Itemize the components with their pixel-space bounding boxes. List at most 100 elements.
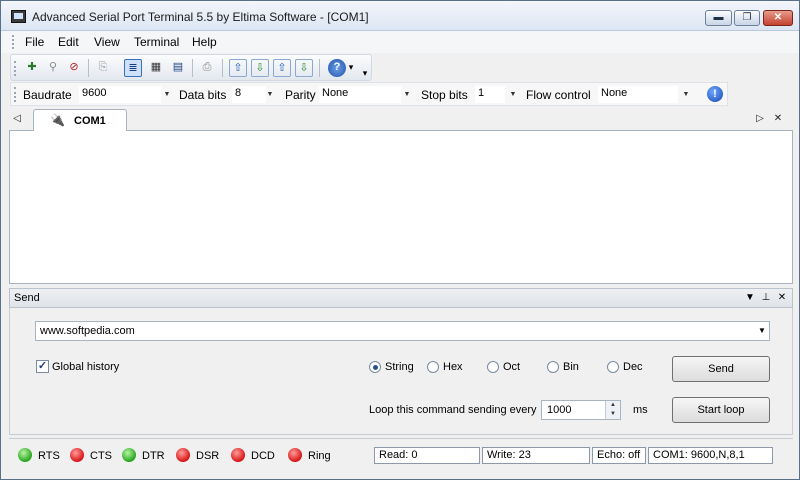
read-counter: Read: 0 [374,447,480,464]
ring-label: Ring [308,450,331,462]
table-view-icon[interactable]: ▤ [169,59,187,77]
send-button[interactable]: Send [672,356,770,382]
port-info-status: COM1: 9600,N,8,1 [648,447,773,464]
tab-strip: ◁ 🔌 COM1 ▷ ✕ [9,109,793,131]
rts-label: RTS [38,450,60,462]
stopbits-label: Stop bits [421,88,468,102]
flow-control-combo[interactable]: None [598,86,678,103]
receive-binary-icon[interactable]: ⇩ [295,59,313,77]
title-bar: Advanced Serial Port Terminal 5.5 by Elt… [1,1,799,31]
dsr-label: DSR [196,450,220,462]
spin-up-icon[interactable]: ▲ [606,401,620,410]
databits-combo[interactable]: 8 [232,86,266,103]
text-view-icon[interactable]: ≣ [124,59,142,77]
tab-scroll-right-icon[interactable]: ▷ [754,112,766,126]
dtr-label: DTR [142,450,165,462]
menu-bar: File Edit View Terminal Help [1,31,799,53]
tab-com1[interactable]: 🔌 COM1 [33,109,127,131]
toolbar-overflow-icon[interactable]: ▾ [360,65,370,83]
hex-view-icon[interactable]: ▦ [147,59,165,77]
menu-terminal[interactable]: Terminal [132,34,181,50]
send-binary-icon[interactable]: ⇧ [273,59,291,77]
tab-scroll-left-icon[interactable]: ◁ [11,112,23,126]
command-history-dropdown-icon[interactable]: ▼ [756,324,768,338]
menu-grip[interactable] [12,35,15,49]
echo-status: Echo: off [592,447,646,464]
dcd-label: DCD [251,450,275,462]
databits-dropdown-icon[interactable]: ▼ [264,86,276,103]
menu-file[interactable]: File [23,34,46,50]
format-oct-radio[interactable] [487,361,499,373]
copy-icon[interactable]: ⎘ [94,59,112,77]
serial-plug-icon: 🔌 [50,113,65,127]
panel-dropdown-icon[interactable]: ▼ [743,291,757,305]
menu-help[interactable]: Help [190,34,219,50]
print-icon[interactable]: ⎙ [198,59,216,77]
panel-close-icon[interactable]: ✕ [775,291,789,305]
parity-dropdown-icon[interactable]: ▼ [401,86,413,103]
info-icon[interactable]: ! [707,86,723,102]
dtr-led-icon[interactable] [122,448,136,462]
send-panel-header: Send ▼ ⊥ ✕ [9,288,793,308]
format-string-radio[interactable] [369,361,381,373]
receive-file-icon[interactable]: ⇩ [251,59,269,77]
menu-edit[interactable]: Edit [56,34,81,50]
databits-label: Data bits [179,88,227,102]
rts-led-icon [18,448,32,462]
parity-combo[interactable]: None [319,86,401,103]
help-dropdown-icon[interactable]: ▾ [346,59,356,77]
write-counter: Write: 23 [482,447,590,464]
global-history-checkbox[interactable]: ✓ [36,360,49,373]
format-hex-radio[interactable] [427,361,439,373]
disconnect-icon[interactable]: ⊘ [65,59,83,77]
help-icon[interactable]: ? [328,59,346,77]
toolbar-separator [319,59,320,77]
flow-control-dropdown-icon[interactable]: ▼ [680,86,692,103]
baudrate-label: Baudrate [23,88,72,102]
global-history-label: Global history [52,361,120,373]
baudrate-dropdown-icon[interactable]: ▼ [161,86,173,103]
format-dec-radio[interactable] [607,361,619,373]
ring-led-icon [288,448,302,462]
format-dec-label: Dec [623,361,643,373]
minimize-button[interactable]: ▬ [705,10,732,26]
toolbar-separator [222,59,223,77]
toolbar-grip[interactable] [14,61,16,76]
spin-down-icon[interactable]: ▼ [606,410,620,419]
send-file-icon[interactable]: ⇧ [229,59,247,77]
format-oct-label: Oct [503,361,521,373]
terminal-output[interactable] [9,131,793,284]
tab-close-icon[interactable]: ✕ [772,112,784,126]
toolbar-separator [88,59,89,77]
cts-led-icon [70,448,84,462]
stopbits-dropdown-icon[interactable]: ▼ [507,86,519,103]
portbar-grip[interactable] [14,87,16,102]
loop-interval-spinner[interactable]: ▲ ▼ [605,401,620,419]
command-input[interactable]: www.softpedia.com [35,321,770,341]
loop-unit-label: ms [633,404,648,416]
dsr-led-icon [176,448,190,462]
format-bin-radio[interactable] [547,361,559,373]
pin-icon[interactable]: ⊥ [759,291,773,305]
baudrate-combo[interactable]: 9600 [79,86,161,103]
menu-view[interactable]: View [92,34,122,50]
new-connection-icon[interactable]: ✚ [23,59,41,77]
close-window-button[interactable]: ✕ [763,10,793,26]
window-title: Advanced Serial Port Terminal 5.5 by Elt… [32,10,369,24]
tab-com1-label: COM1 [74,115,106,127]
loop-interval-label: Loop this command sending every [369,404,537,416]
toolbar-separator [192,59,193,77]
parity-label: Parity [285,88,316,102]
terminal-app-icon [11,10,26,23]
dcd-led-icon [231,448,245,462]
start-loop-button[interactable]: Start loop [672,397,770,423]
port-settings-bar: Baudrate 9600 ▼ Data bits 8 ▼ Parity Non… [10,82,728,106]
cts-label: CTS [90,450,112,462]
search-icon[interactable]: ⚲ [44,59,62,77]
stopbits-combo[interactable]: 1 [475,86,505,103]
format-string-label: String [385,361,414,373]
main-toolbar: ✚ ⚲ ⊘ ⎘ ≣ ▦ ▤ ⎙ ⇧ ⇩ ⇧ ⇩ ? ▾ ▾ [10,54,372,81]
send-panel-title: Send [14,292,40,304]
format-bin-label: Bin [563,361,579,373]
maximize-button[interactable]: ❐ [734,10,760,26]
